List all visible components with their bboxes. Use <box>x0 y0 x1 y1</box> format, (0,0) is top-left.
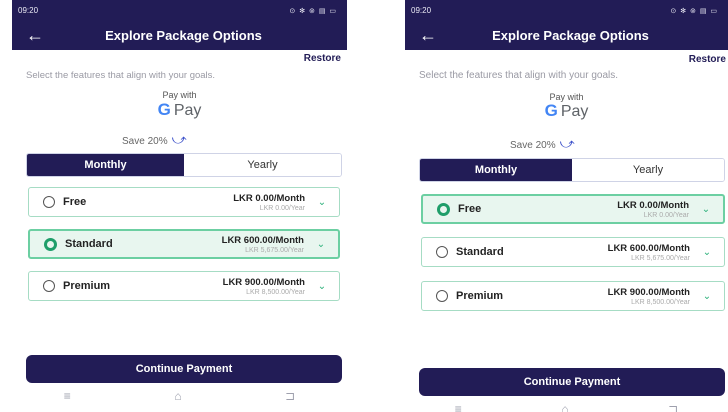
chevron-down-icon[interactable]: ⌄ <box>311 197 333 208</box>
system-nav-bar: ≡ ⌂ ⊐ <box>12 389 347 403</box>
plan-yearly-price: LKR 5,675.00/Year <box>245 246 304 254</box>
plan-name: Premium <box>63 280 111 292</box>
chevron-down-icon[interactable]: ⌄ <box>696 291 718 302</box>
gpay-pay-text: Pay <box>560 103 589 120</box>
pay-with-label: Pay with <box>162 90 197 100</box>
billing-toggle: Monthly Yearly <box>26 153 342 177</box>
plan-yearly-price: LKR 8,500.00/Year <box>246 288 305 296</box>
plan-monthly-price: LKR 900.00/Month <box>222 276 305 288</box>
chevron-down-icon[interactable]: ⌄ <box>696 247 718 258</box>
plan-name: Free <box>63 196 87 208</box>
plan-yearly-price: LKR 8,500.00/Year <box>631 298 690 306</box>
curved-arrow-icon: ⤻ <box>559 135 575 151</box>
screenshot-stage: 09:20 ⊙ ✻ ⊚ ▤ ▭ ← Explore Package Option… <box>0 0 728 412</box>
plan-yearly-price: LKR 0.00/Year <box>643 211 689 219</box>
plan-yearly-price: LKR 0.00/Year <box>259 204 305 212</box>
phone-screen-right: 09:20 ⊙ ✻ ⊚ ▤ ▭ ← Explore Package Option… <box>405 0 728 412</box>
arrow-left-icon[interactable]: ← <box>26 25 44 45</box>
radio-button[interactable] <box>43 280 55 292</box>
plan-prices: LKR 900.00/Month LKR 8,500.00/Year <box>536 287 696 306</box>
back-nav-icon[interactable]: ⊐ <box>285 389 295 403</box>
save-badge: Save 20% ⤻ <box>510 135 575 152</box>
plan-name: Standard <box>65 238 113 250</box>
app-bar: ← Explore Package Options <box>405 21 728 50</box>
plan-prices: LKR 0.00/Month LKR 0.00/Year <box>538 200 695 219</box>
page-title: Explore Package Options <box>492 28 649 43</box>
chevron-down-icon[interactable]: ⌄ <box>310 239 332 250</box>
app-bar: ← Explore Package Options <box>12 21 347 50</box>
menu-icon[interactable]: ≡ <box>455 402 462 412</box>
status-icons: ⊙ ✻ ⊚ ▤ ▭ <box>289 7 337 15</box>
radio-button[interactable] <box>436 246 448 258</box>
save-badge: Save 20% ⤻ <box>122 131 187 148</box>
home-icon[interactable]: ⌂ <box>174 389 181 403</box>
plan-monthly-price: LKR 0.00/Month <box>233 192 305 204</box>
plan-monthly-price: LKR 0.00/Month <box>617 199 689 211</box>
plan-monthly-price: LKR 900.00/Month <box>607 286 690 298</box>
home-icon[interactable]: ⌂ <box>561 402 568 412</box>
chevron-down-icon[interactable]: ⌄ <box>695 204 717 215</box>
tab-yearly[interactable]: Yearly <box>184 154 341 176</box>
plan-card-free[interactable]: Free LKR 0.00/Month LKR 0.00/Year ⌄ <box>421 194 725 224</box>
save-text: Save 20% <box>510 140 556 151</box>
curved-arrow-icon: ⤻ <box>171 131 187 147</box>
billing-toggle: Monthly Yearly <box>419 158 725 182</box>
plan-card-premium[interactable]: Premium LKR 900.00/Month LKR 8,500.00/Ye… <box>421 281 725 311</box>
plan-prices: LKR 900.00/Month LKR 8,500.00/Year <box>143 277 311 296</box>
save-text: Save 20% <box>122 136 168 147</box>
restore-button[interactable]: Restore <box>689 54 726 65</box>
subtitle-text: Select the features that align with your… <box>419 70 619 81</box>
phone-screen-left: 09:20 ⊙ ✻ ⊚ ▤ ▭ ← Explore Package Option… <box>12 0 347 412</box>
restore-button[interactable]: Restore <box>304 53 341 64</box>
status-bar: 09:20 ⊙ ✻ ⊚ ▤ ▭ <box>405 0 728 21</box>
page-title: Explore Package Options <box>105 28 262 43</box>
radio-button-selected[interactable] <box>437 202 450 216</box>
continue-payment-button[interactable]: Continue Payment <box>419 368 725 396</box>
system-nav-bar: ≡ ⌂ ⊐ <box>405 402 728 412</box>
status-time: 09:20 <box>411 6 432 15</box>
status-icons: ⊙ ✻ ⊚ ▤ ▭ <box>670 7 718 15</box>
radio-button[interactable] <box>436 290 448 302</box>
plan-card-standard[interactable]: Standard LKR 600.00/Month LKR 5,675.00/Y… <box>421 237 725 267</box>
plan-prices: LKR 600.00/Month LKR 5,675.00/Year <box>536 243 696 262</box>
subtitle-text: Select the features that align with your… <box>26 70 216 81</box>
tab-yearly[interactable]: Yearly <box>572 159 724 181</box>
continue-payment-button[interactable]: Continue Payment <box>26 355 342 383</box>
tab-monthly[interactable]: Monthly <box>27 154 184 176</box>
plan-prices: LKR 600.00/Month LKR 5,675.00/Year <box>145 235 310 254</box>
gpay-pay-text: Pay <box>173 102 202 119</box>
back-nav-icon[interactable]: ⊐ <box>668 402 678 412</box>
google-pay-logo: G Pay <box>12 100 347 120</box>
arrow-left-icon[interactable]: ← <box>419 25 437 45</box>
radio-button-selected[interactable] <box>44 237 57 251</box>
plan-card-free[interactable]: Free LKR 0.00/Month LKR 0.00/Year ⌄ <box>28 187 340 217</box>
plan-monthly-price: LKR 600.00/Month <box>221 234 304 246</box>
plan-card-premium[interactable]: Premium LKR 900.00/Month LKR 8,500.00/Ye… <box>28 271 340 301</box>
plan-prices: LKR 0.00/Month LKR 0.00/Year <box>143 193 311 212</box>
radio-button[interactable] <box>43 196 55 208</box>
google-pay-logo: G Pay <box>405 101 728 121</box>
status-time: 09:20 <box>18 6 39 15</box>
chevron-down-icon[interactable]: ⌄ <box>311 281 333 292</box>
menu-icon[interactable]: ≡ <box>64 389 71 403</box>
google-g-icon: G <box>157 100 171 119</box>
plan-name: Premium <box>456 290 504 302</box>
plan-name: Free <box>458 203 482 215</box>
google-g-icon: G <box>544 101 558 120</box>
plan-yearly-price: LKR 5,675.00/Year <box>631 254 690 262</box>
plan-card-standard[interactable]: Standard LKR 600.00/Month LKR 5,675.00/Y… <box>28 229 340 259</box>
plan-name: Standard <box>456 246 504 258</box>
status-bar: 09:20 ⊙ ✻ ⊚ ▤ ▭ <box>12 0 347 21</box>
tab-monthly[interactable]: Monthly <box>420 159 572 181</box>
plan-monthly-price: LKR 600.00/Month <box>607 242 690 254</box>
